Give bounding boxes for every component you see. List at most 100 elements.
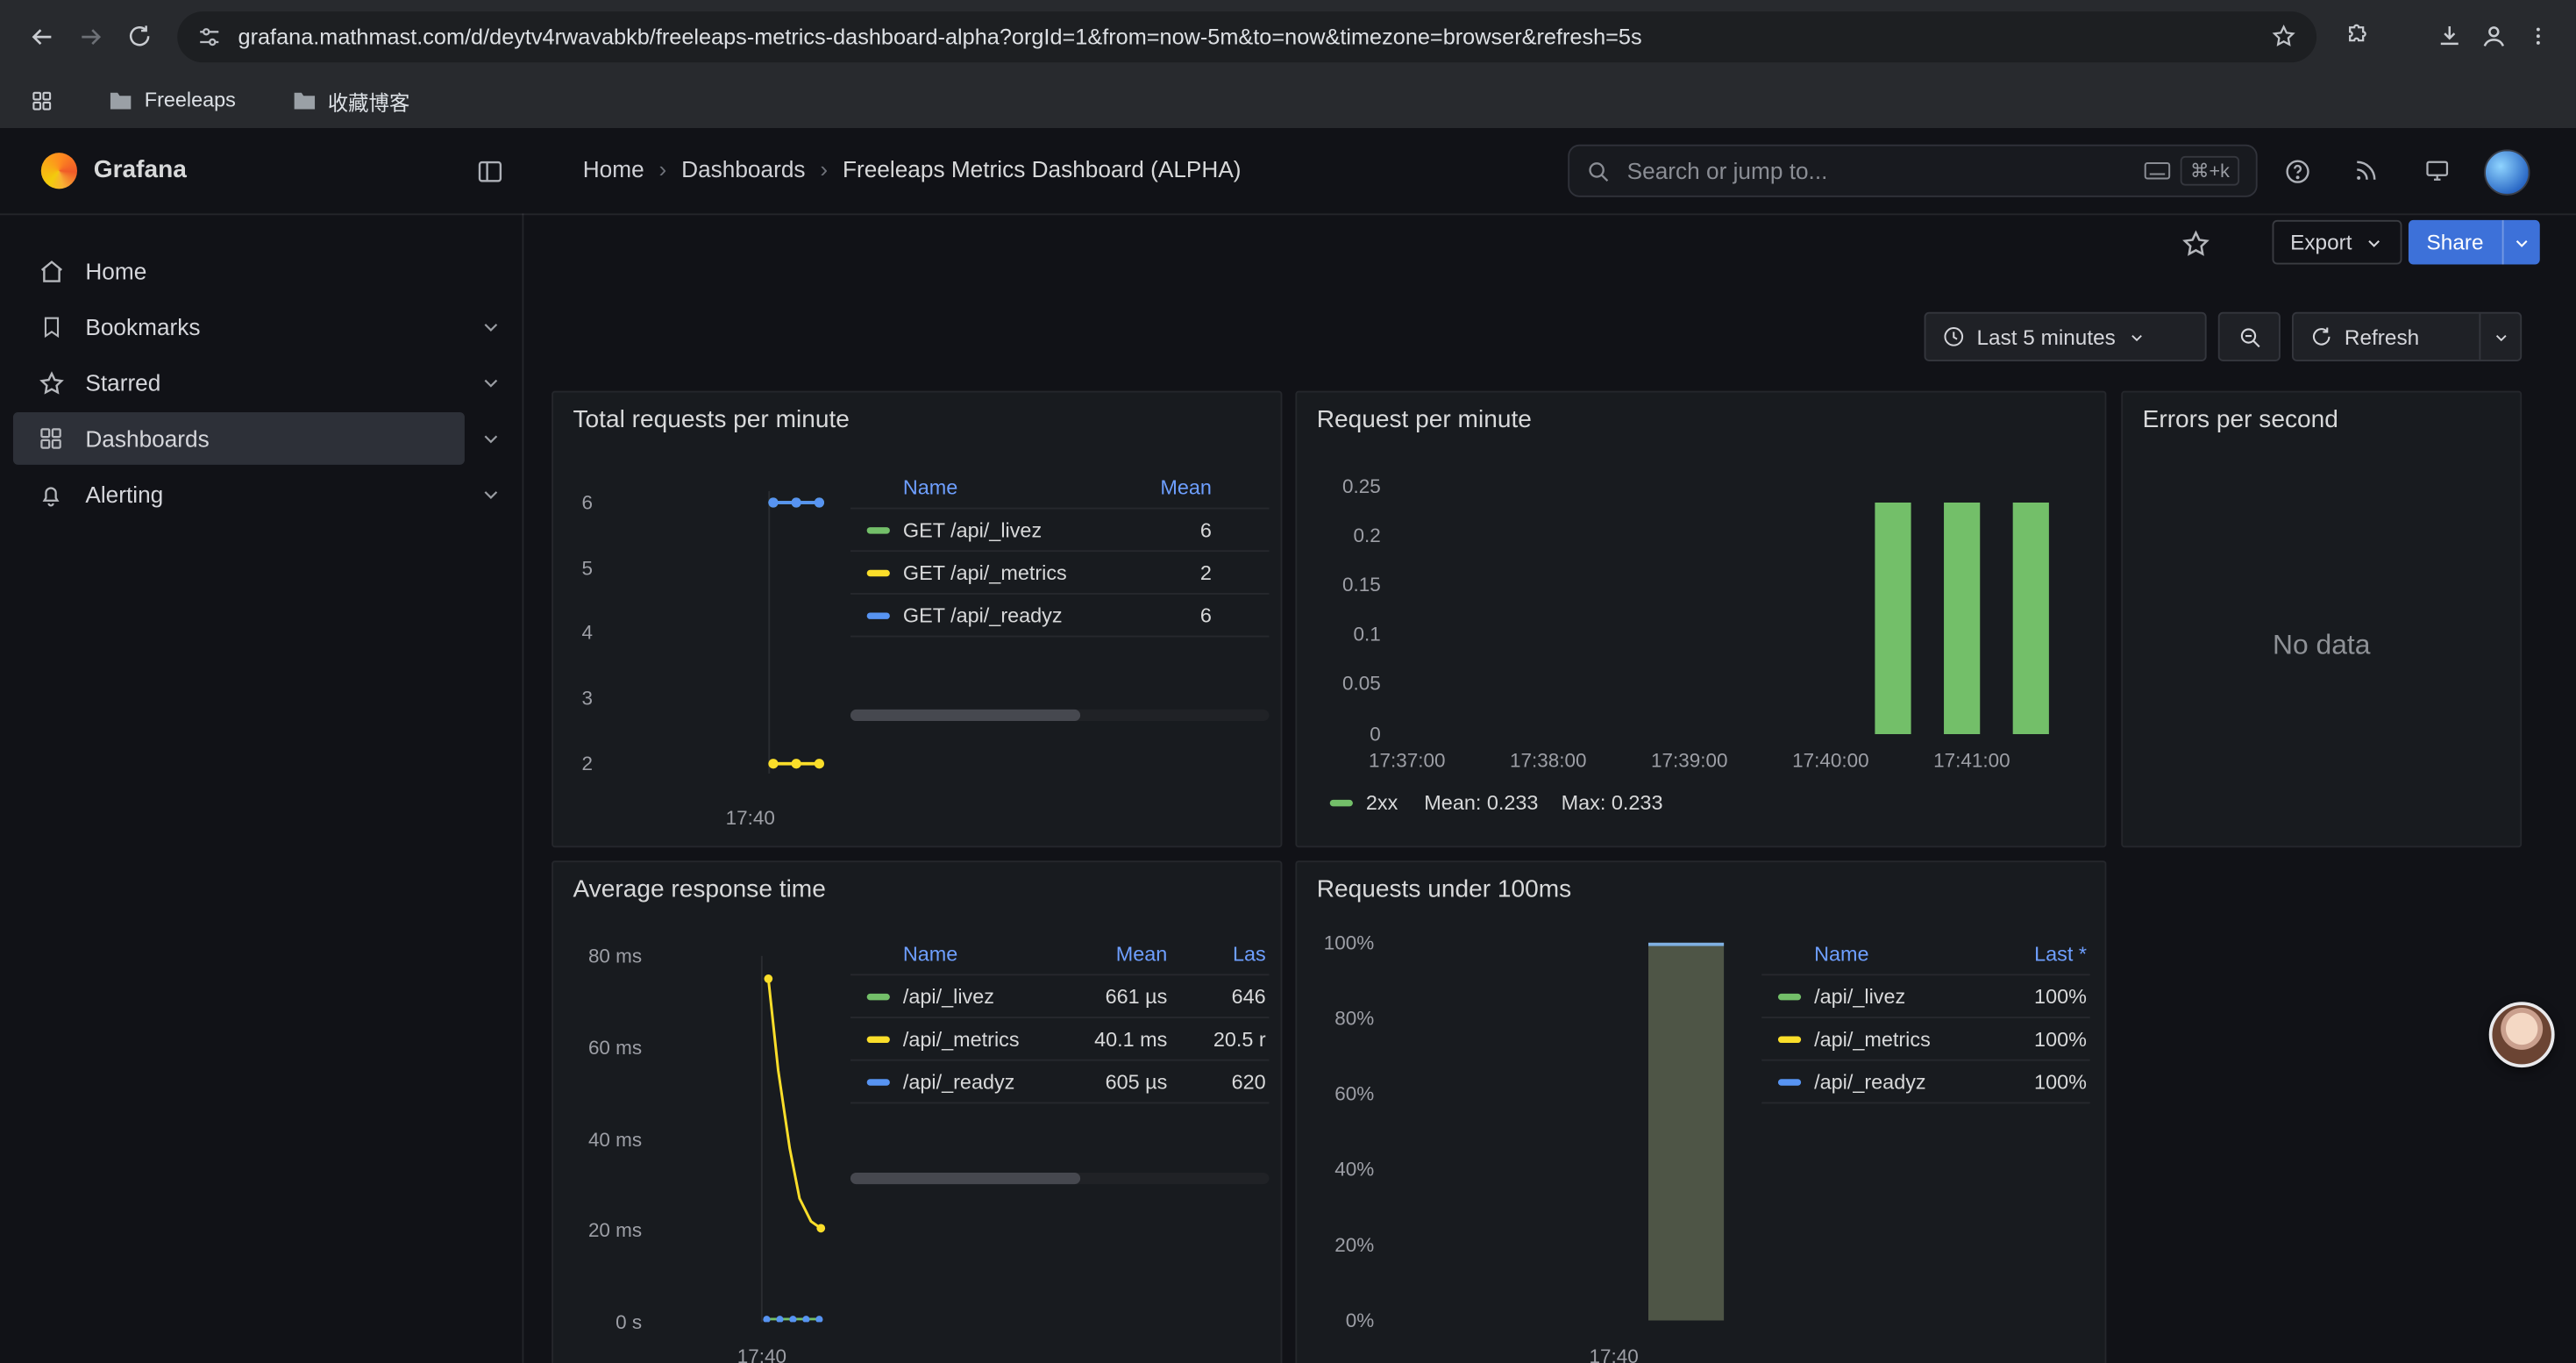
series-name[interactable]: GET /api/_livez (903, 518, 1114, 541)
series-name[interactable]: GET /api/_readyz (903, 603, 1114, 626)
browser-menu-icon[interactable] (2514, 11, 2563, 61)
assistant-avatar-widget[interactable] (2489, 1002, 2555, 1067)
time-range-picker[interactable]: Last 5 minutes (1925, 312, 2207, 361)
chevron-down-icon[interactable] (480, 427, 502, 450)
y-axis: 0.25 0.2 0.15 0.1 0.05 0 (1297, 393, 1384, 846)
legend-row[interactable]: /api/_readyz 605 µs 620 (850, 1061, 1269, 1104)
chevron-down-icon[interactable] (480, 371, 502, 394)
sidebar-item-alerting[interactable]: Alerting (0, 467, 522, 523)
extensions-icon[interactable] (2333, 11, 2382, 61)
legend-header: Name Mean (850, 468, 1269, 510)
search-input[interactable] (1624, 156, 2145, 186)
help-icon[interactable] (2273, 146, 2322, 196)
chevron-down-icon[interactable] (480, 316, 502, 339)
share-menu-chevron[interactable] (2501, 220, 2539, 265)
refresh-interval-chevron[interactable] (2479, 314, 2520, 360)
x-tick: 17:41:00 (1906, 749, 2038, 772)
refresh-button[interactable]: Refresh (2292, 312, 2522, 361)
downloads-icon[interactable] (2425, 11, 2474, 61)
screen: grafana.mathmast.com/d/deytv4rwavabkb/fr… (0, 0, 2576, 1363)
legend-row[interactable]: /api/_metrics 100% (1761, 1018, 2090, 1061)
breadcrumb-separator: › (659, 156, 667, 182)
grafana-logo[interactable] (41, 153, 77, 189)
legend-row[interactable]: GET /api/_readyz 6 (850, 595, 1269, 638)
series-name[interactable]: 2xx (1366, 792, 1398, 815)
x-tick: 17:38:00 (1483, 749, 1614, 772)
bookmark-star-icon[interactable] (2271, 23, 2297, 49)
series-name[interactable]: /api/_metrics (903, 1027, 1069, 1050)
monitor-icon[interactable] (2412, 146, 2461, 196)
series-name[interactable]: /api/_livez (903, 985, 1069, 1008)
sidebar-item-home[interactable]: Home (0, 243, 522, 299)
breadcrumb-home[interactable]: Home (583, 156, 644, 182)
reload-icon[interactable] (115, 11, 164, 61)
breadcrumb: Home › Dashboards › Freeleaps Metrics Da… (583, 156, 1242, 182)
legend-col-last[interactable]: Last * (1989, 943, 2090, 966)
bookmark-label: 收藏博客 (328, 84, 410, 116)
bell-icon (36, 480, 66, 510)
bookmark-folder-blog[interactable]: 收藏博客 (275, 79, 426, 122)
sidebar-item-starred[interactable]: Starred (0, 354, 522, 410)
panel-title[interactable]: Errors per second (2143, 406, 2338, 434)
search-box[interactable]: ⌘+k (1568, 145, 2257, 197)
series-name[interactable]: /api/_readyz (903, 1070, 1069, 1093)
sidebar-toggle-icon[interactable] (465, 146, 514, 196)
legend-row[interactable]: GET /api/_livez 6 (850, 509, 1269, 552)
series-last: 100% (1989, 1027, 2090, 1050)
panel-title[interactable]: Total requests per minute (573, 406, 850, 434)
legend-col-name[interactable]: Name (1814, 943, 1988, 966)
series-name[interactable]: /api/_metrics (1814, 1027, 1988, 1050)
legend-row[interactable]: /api/_metrics 40.1 ms 20.5 r (850, 1018, 1269, 1061)
legend-scrollbar[interactable] (850, 1173, 1269, 1184)
url-text[interactable]: grafana.mathmast.com/d/deytv4rwavabkb/fr… (238, 24, 2254, 48)
bookmark-icon (36, 312, 66, 342)
series-name[interactable]: /api/_livez (1814, 985, 1988, 1008)
scrollbar-thumb[interactable] (850, 710, 1080, 721)
sidebar-item-dashboards[interactable]: Dashboards (0, 410, 522, 467)
y-tick: 40% (1334, 1156, 1374, 1182)
legend-row[interactable]: /api/_livez 661 µs 646 (850, 975, 1269, 1018)
legend-col-mean[interactable]: Mean (1069, 943, 1167, 966)
series-name[interactable]: GET /api/_metrics (903, 560, 1114, 583)
legend-row[interactable]: /api/_livez 100% (1761, 975, 2090, 1018)
legend-row[interactable]: /api/_readyz 100% (1761, 1061, 2090, 1104)
sidebar: Home Bookmarks Starred Dashboards (0, 213, 523, 1363)
y-tick: 80 ms (588, 943, 642, 969)
bookmark-folder-freeleaps[interactable]: Freeleaps (92, 79, 253, 122)
profile-icon[interactable] (2474, 17, 2514, 56)
user-avatar[interactable] (2484, 149, 2530, 195)
sidebar-item-label: Alerting (85, 482, 163, 508)
chevron-down-icon[interactable] (480, 483, 502, 506)
back-icon[interactable] (17, 11, 66, 61)
export-button[interactable]: Export (2273, 220, 2402, 265)
series-name[interactable]: /api/_readyz (1814, 1070, 1988, 1093)
breadcrumb-dashboards[interactable]: Dashboards (681, 156, 805, 182)
share-button[interactable]: Share (2409, 220, 2539, 265)
apps-grid-icon[interactable] (19, 79, 62, 122)
legend-col-name[interactable]: Name (903, 476, 1114, 499)
series-swatch (1778, 993, 1801, 999)
y-tick: 0.25 (1342, 473, 1381, 499)
legend-row[interactable]: GET /api/_metrics 2 (850, 552, 1269, 595)
site-settings-icon[interactable] (197, 24, 222, 48)
panel-total-requests: Total requests per minute 6 5 4 3 2 17:4… (551, 391, 1282, 848)
share-label[interactable]: Share (2409, 220, 2501, 265)
legend-scrollbar[interactable] (850, 710, 1269, 721)
y-axis: 80 ms 60 ms 40 ms 20 ms 0 s (553, 862, 645, 1363)
zoom-out-button[interactable] (2218, 312, 2281, 361)
legend-col-name[interactable]: Name (903, 943, 1069, 966)
y-tick: 60 ms (588, 1035, 642, 1061)
forward-icon[interactable] (66, 11, 115, 61)
star-icon (36, 368, 66, 397)
y-tick: 3 (581, 685, 593, 711)
legend-col-mean[interactable]: Mean (1114, 476, 1212, 499)
brand-name: Grafana (94, 156, 187, 184)
news-rss-icon[interactable] (2341, 146, 2390, 196)
legend-col-last[interactable]: Las (1167, 943, 1269, 966)
favorite-star-icon[interactable] (2181, 228, 2212, 260)
x-tick: 17:40 (1548, 1345, 1680, 1363)
url-bar[interactable]: grafana.mathmast.com/d/deytv4rwavabkb/fr… (177, 11, 2316, 61)
scrollbar-thumb[interactable] (850, 1173, 1080, 1184)
sidebar-item-bookmarks[interactable]: Bookmarks (0, 299, 522, 355)
sidebar-item-label: Dashboards (85, 425, 209, 452)
